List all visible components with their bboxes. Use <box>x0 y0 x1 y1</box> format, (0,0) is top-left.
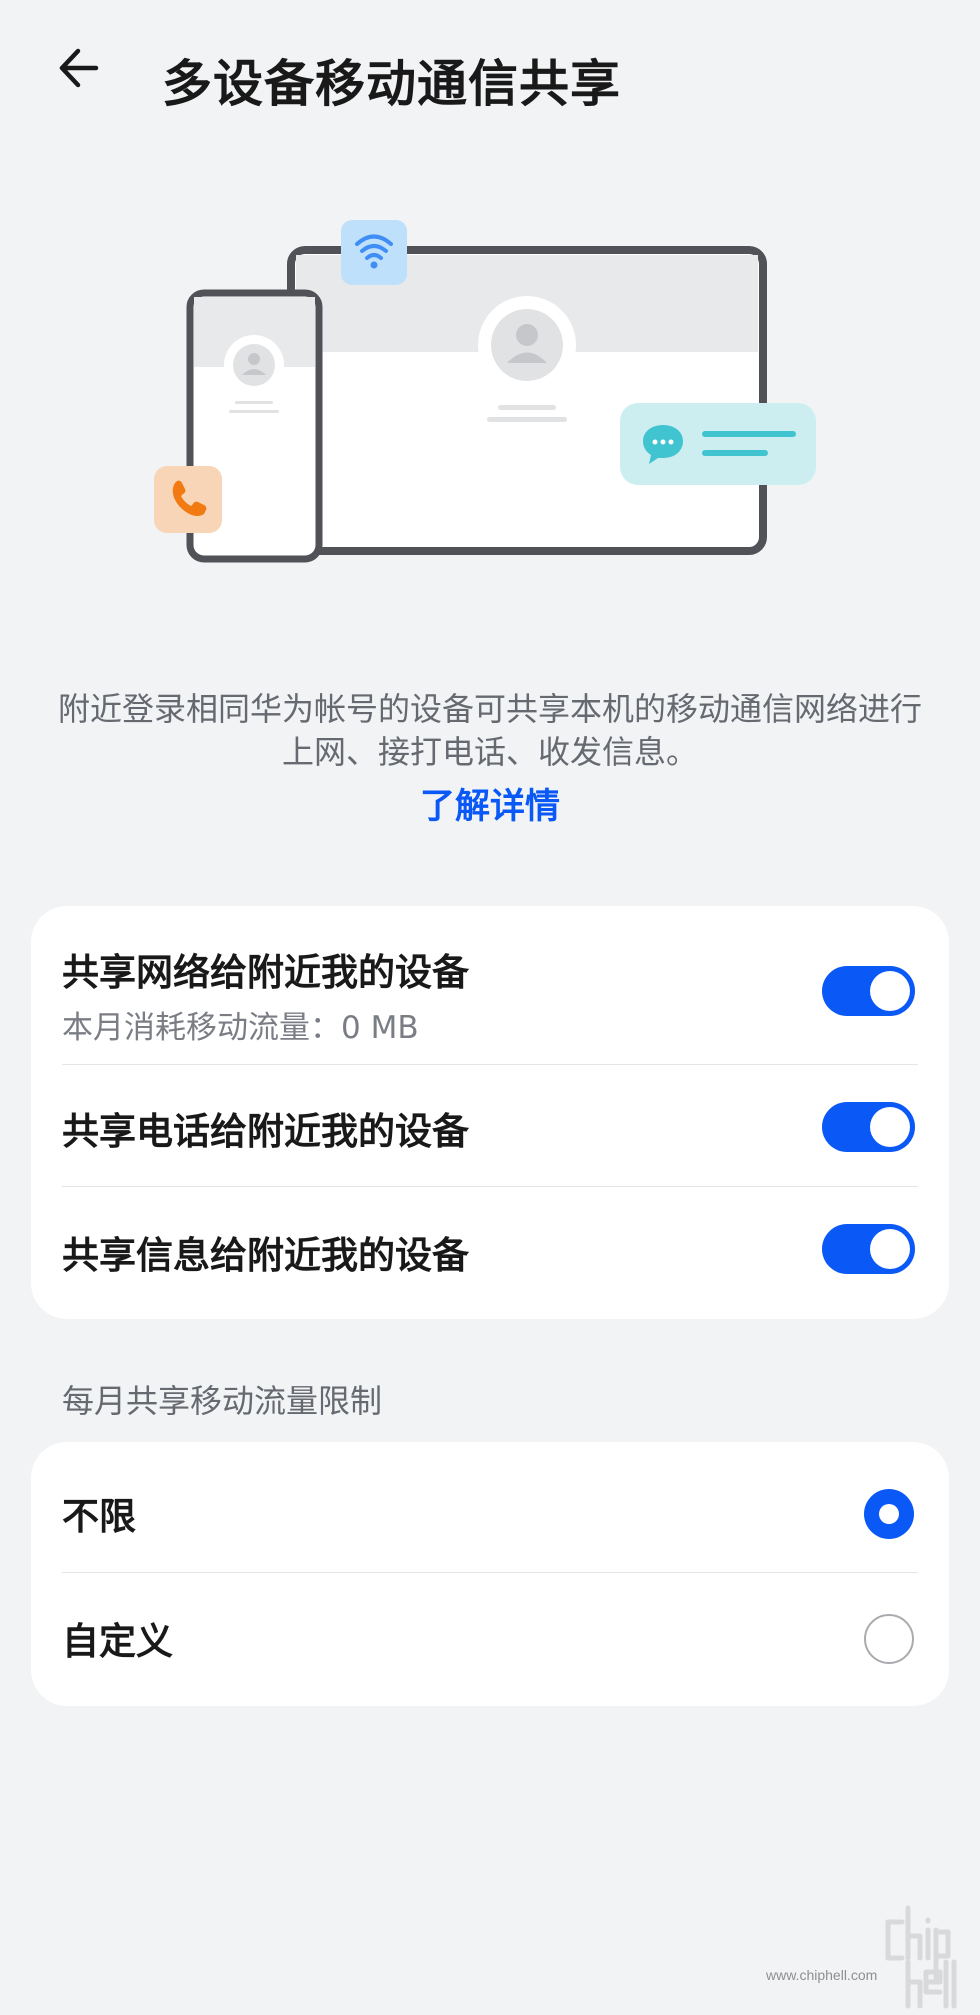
toggle-knob <box>870 1107 910 1147</box>
learn-more-link[interactable]: 了解详情 <box>0 778 980 829</box>
share-messages-toggle[interactable] <box>822 1224 915 1274</box>
share-network-row[interactable]: 共享网络给附近我的设备 本月消耗移动流量：0 MB <box>31 906 949 1064</box>
option-custom-label: 自定义 <box>62 1620 173 1663</box>
user-avatar-icon <box>491 309 563 381</box>
arrow-left-icon <box>59 48 99 88</box>
share-calls-title: 共享电话给附近我的设备 <box>62 1110 469 1153</box>
share-calls-row[interactable]: 共享电话给附近我的设备 <box>31 1065 949 1186</box>
option-unlimited-row[interactable]: 不限 <box>31 1442 949 1572</box>
watermark-url: www.chiphell.com <box>765 1967 877 1983</box>
toggle-knob <box>870 1229 910 1269</box>
data-usage-subtitle: 本月消耗移动流量：0 MB <box>62 1010 419 1046</box>
section-label-data-limit: 每月共享移动流量限制 <box>62 1382 383 1420</box>
call-badge <box>154 466 222 533</box>
option-custom-radio[interactable] <box>864 1614 914 1664</box>
page-title: 多设备移动通信共享 <box>162 55 621 113</box>
share-network-toggle[interactable] <box>822 966 915 1016</box>
tablet-device <box>287 246 767 555</box>
share-calls-toggle[interactable] <box>822 1102 915 1152</box>
option-custom-row[interactable]: 自定义 <box>31 1573 949 1706</box>
app-header: 多设备移动通信共享 <box>0 0 980 150</box>
share-messages-title: 共享信息给附近我的设备 <box>62 1234 469 1277</box>
toggle-knob <box>870 971 910 1011</box>
hero-illustration <box>0 180 980 600</box>
chiphell-watermark: www.chiphell.com <box>758 1900 980 2015</box>
message-card <box>620 403 816 485</box>
feature-description: 附近登录相同华为帐号的设备可共享本机的移动通信网络进行上网、接打电话、收发信息。 <box>57 690 922 771</box>
back-button[interactable] <box>52 38 132 108</box>
sharing-settings-card: 共享网络给附近我的设备 本月消耗移动流量：0 MB 共享电话给附近我的设备 共享… <box>31 906 949 1319</box>
share-messages-row[interactable]: 共享信息给附近我的设备 <box>31 1187 949 1319</box>
data-limit-card: 不限 自定义 <box>31 1442 949 1706</box>
option-unlimited-label: 不限 <box>62 1495 136 1538</box>
wifi-badge <box>341 220 407 285</box>
option-unlimited-radio[interactable] <box>864 1489 914 1539</box>
share-network-title: 共享网络给附近我的设备 <box>62 951 469 994</box>
